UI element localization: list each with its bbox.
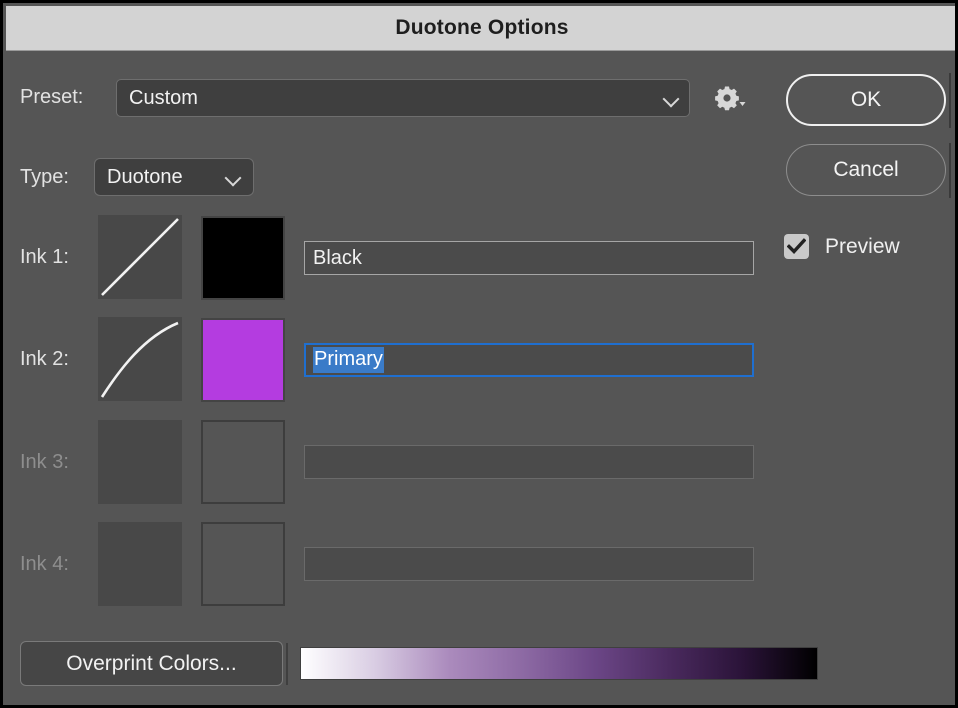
ink-3-curve bbox=[98, 420, 182, 504]
ink-3-label: Ink 3: bbox=[20, 451, 69, 473]
type-label: Type: bbox=[20, 166, 69, 188]
preview-checkbox[interactable] bbox=[784, 234, 809, 259]
chevron-down-icon bbox=[663, 93, 679, 103]
chevron-down-icon bbox=[225, 172, 241, 182]
preview-label: Preview bbox=[825, 234, 900, 258]
ink-1-name-field[interactable]: Black bbox=[304, 241, 754, 275]
duotone-gradient-preview bbox=[300, 647, 818, 680]
preset-value: Custom bbox=[129, 86, 198, 109]
ink-4-name-field bbox=[304, 547, 754, 581]
dialog-title: Duotone Options bbox=[395, 16, 569, 39]
ink-3-color-swatch bbox=[201, 420, 285, 504]
ink-2-curve[interactable] bbox=[98, 317, 182, 401]
overprint-divider bbox=[286, 643, 288, 685]
checkmark-icon bbox=[787, 238, 806, 254]
ink-1-color-swatch[interactable] bbox=[201, 216, 285, 300]
ink-1-label: Ink 1: bbox=[20, 246, 69, 268]
ink-2-name-value: Primary bbox=[313, 347, 384, 373]
ink-1-name-value: Black bbox=[313, 246, 362, 269]
type-value: Duotone bbox=[107, 165, 183, 188]
ok-button[interactable]: OK bbox=[786, 74, 946, 126]
preset-label: Preset: bbox=[20, 86, 84, 108]
dialog-titlebar: Duotone Options bbox=[6, 6, 955, 51]
preset-select[interactable]: Custom bbox=[116, 79, 690, 117]
ink-2-name-field[interactable]: Primary bbox=[304, 343, 754, 377]
ink-2-label: Ink 2: bbox=[20, 348, 69, 370]
ink-4-label: Ink 4: bbox=[20, 553, 69, 575]
type-select[interactable]: Duotone bbox=[94, 158, 254, 196]
right-edge-divider bbox=[949, 143, 951, 198]
right-edge-divider bbox=[949, 73, 951, 128]
ink-3-name-field bbox=[304, 445, 754, 479]
overprint-colors-button[interactable]: Overprint Colors... bbox=[20, 641, 283, 686]
preview-checkbox-row[interactable]: Preview bbox=[784, 234, 900, 259]
ink-4-curve bbox=[98, 522, 182, 606]
ink-1-curve[interactable] bbox=[98, 215, 182, 299]
gear-icon[interactable] bbox=[713, 83, 753, 113]
duotone-options-dialog: Duotone Options Preset: Custom Type: Duo… bbox=[0, 0, 958, 708]
ink-4-color-swatch bbox=[201, 522, 285, 606]
ink-2-color-swatch[interactable] bbox=[201, 318, 285, 402]
cancel-button[interactable]: Cancel bbox=[786, 144, 946, 196]
